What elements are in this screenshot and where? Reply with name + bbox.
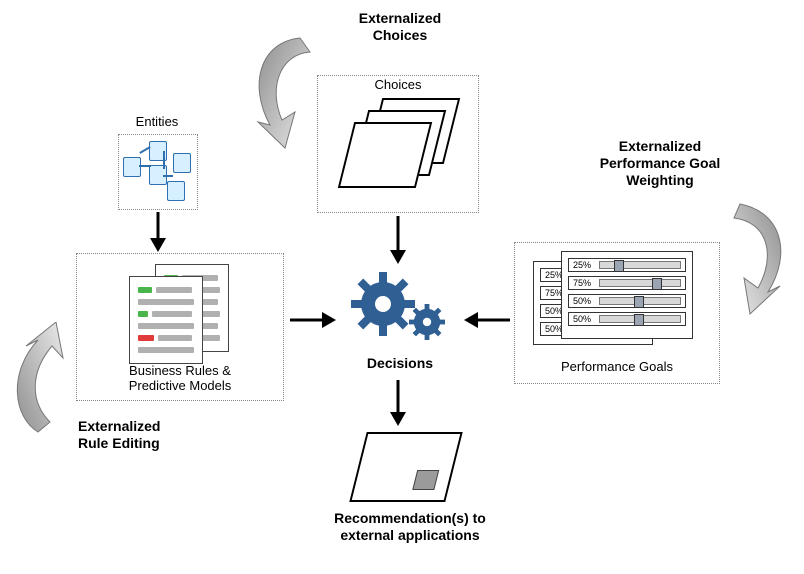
rules-card-icon	[129, 276, 203, 364]
rules-label: Business Rules & Predictive Models	[77, 364, 283, 394]
title-externalized-rule-editing: Externalized Rule Editing	[78, 418, 228, 452]
choice-card-icon	[338, 122, 432, 188]
gears-icon	[335, 262, 465, 352]
slider-row: 25%	[568, 258, 686, 272]
choices-box: Choices	[317, 75, 479, 213]
entities-box	[118, 134, 198, 210]
slider-pct: 25%	[573, 260, 599, 270]
slider-row: 75%	[568, 276, 686, 290]
entity-diagram-icon	[119, 135, 195, 207]
slider-pct: 75%	[573, 278, 599, 288]
goal-card-icon: 25% 75% 50% 50%	[561, 251, 693, 339]
slider-pct: 50%	[573, 314, 599, 324]
rules-box: Business Rules & Predictive Models	[76, 253, 284, 401]
recommendation-card-icon	[349, 432, 462, 502]
arrow-down-icon	[388, 214, 408, 266]
arrow-to-goals-icon	[720, 196, 804, 316]
title-externalized-weighting: Externalized Performance Goal Weighting	[560, 138, 760, 188]
decisions-area: Decisions	[335, 262, 465, 372]
choices-label: Choices	[318, 78, 478, 93]
slider-pct: 50%	[573, 296, 599, 306]
recommendations-label: Recommendation(s) to external applicatio…	[300, 510, 520, 544]
slider-row: 50%	[568, 312, 686, 326]
arrow-down-icon	[388, 378, 408, 428]
arrow-right-icon	[288, 310, 338, 330]
decisions-label: Decisions	[335, 355, 465, 372]
slider-row: 50%	[568, 294, 686, 308]
arrow-down-icon	[148, 210, 168, 254]
entities-label: Entities	[117, 115, 197, 130]
goals-box: 25% 75% 50% 50% 25% 75%	[514, 242, 720, 384]
arrow-left-icon	[462, 310, 512, 330]
goals-label: Performance Goals	[515, 360, 719, 375]
